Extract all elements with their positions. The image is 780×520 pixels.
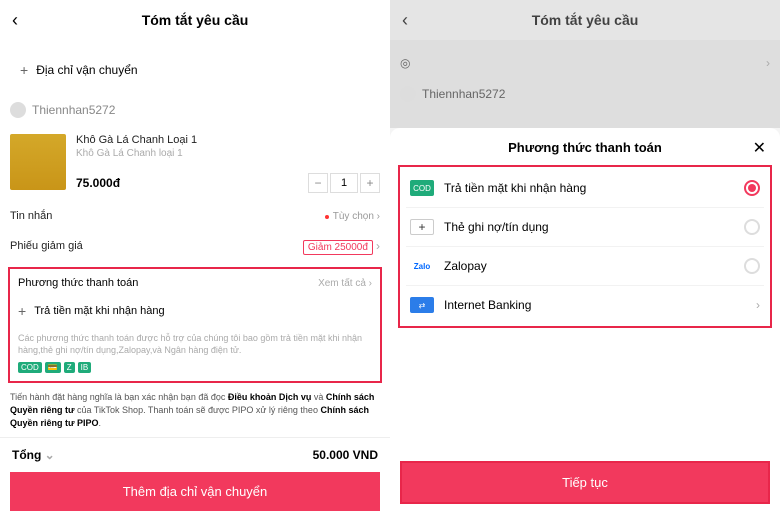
header: ‹ Tóm tắt yêu cầu (0, 0, 390, 40)
total-value: 50.000 VND (313, 448, 378, 462)
coupon-label: Phiếu giảm giá (10, 240, 83, 252)
payment-option-card[interactable]: + Thẻ ghi nợ/tín dụng (406, 208, 764, 247)
back-icon: ‹ (402, 10, 408, 31)
payment-disclaimer: Các phương thức thanh toán được hỗ trợ c… (18, 333, 372, 356)
message-label: Tin nhắn (10, 210, 52, 222)
zalo-badge: Z (64, 362, 75, 373)
coupon-row[interactable]: Phiếu giảm giá Giảm 25000đ › (0, 231, 390, 261)
quantity-value: 1 (330, 173, 358, 193)
right-screen: ‹ Tóm tắt yêu cầu ◎› Thiennhan5272 Phươn… (390, 0, 780, 520)
payment-badges: COD 💳 Z IB (18, 362, 372, 373)
payment-option-zalopay[interactable]: Zalo Zalopay (406, 247, 764, 286)
payment-add-label: Trả tiền mặt khi nhận hàng (34, 305, 164, 317)
payment-option-cod[interactable]: COD Trả tiền mặt khi nhận hàng (406, 169, 764, 208)
payment-option-ib[interactable]: ⇄ Internet Banking › (406, 286, 764, 324)
close-icon[interactable]: ✕ (753, 138, 766, 158)
dot-icon (325, 215, 329, 219)
minus-button[interactable]: − (308, 173, 328, 193)
ib-badge: IB (78, 362, 92, 373)
continue-button[interactable]: Tiếp tục (400, 461, 770, 504)
product-row: Khô Gà Lá Chanh Loại 1 Khô Gà Lá Chanh l… (0, 126, 390, 201)
payment-sheet: Phương thức thanh toán ✕ COD Trả tiền mặ… (390, 128, 780, 520)
seller-row[interactable]: Thiennhan5272 (0, 94, 390, 126)
pin-icon: ◎ (400, 56, 410, 70)
address-section[interactable]: + Địa chỉ vận chuyển (10, 46, 380, 94)
plus-icon: + (18, 303, 26, 319)
header-dim: ‹ Tóm tắt yêu cầu (390, 0, 780, 40)
product-name: Khô Gà Lá Chanh Loại 1 (76, 134, 380, 146)
product-variant: Khô Gà Lá Chanh loại 1 (76, 148, 380, 159)
add-address-button[interactable]: Thêm địa chỉ vận chuyển (10, 472, 380, 511)
payment-section: Phương thức thanh toán Xem tất cả › + Tr… (8, 267, 382, 383)
plus-icon: + (20, 62, 28, 78)
address-label: Địa chỉ vận chuyển (36, 63, 137, 77)
page-title: Tóm tắt yêu cầu (142, 12, 249, 28)
terms-text: Tiến hành đặt hàng nghĩa là bạn xác nhận… (0, 383, 390, 437)
cod-badge: COD (18, 362, 42, 373)
radio-unselected[interactable] (744, 258, 760, 274)
plus-icon: + (410, 219, 434, 235)
back-icon[interactable]: ‹ (12, 10, 18, 31)
message-option: Tùy chọn › (321, 211, 380, 222)
left-screen: ‹ Tóm tắt yêu cầu + Địa chỉ vận chuyển T… (0, 0, 390, 520)
zalopay-icon: Zalo (410, 258, 434, 274)
total-bar: Tổng ⌄ 50.000 VND (0, 437, 390, 472)
chevron-right-icon: › (756, 298, 760, 312)
radio-unselected[interactable] (744, 219, 760, 235)
coupon-value: Giảm 25000đ › (303, 239, 380, 253)
payment-add-row[interactable]: + Trả tiền mặt khi nhận hàng (18, 295, 372, 327)
quantity-stepper: − 1 + (308, 173, 380, 193)
total-label: Tổng ⌄ (12, 448, 55, 462)
card-badge: 💳 (45, 362, 61, 373)
payment-method-list: COD Trả tiền mặt khi nhận hàng + Thẻ ghi… (398, 165, 772, 328)
product-price: 75.000đ (76, 176, 120, 190)
avatar (10, 102, 26, 118)
view-all-link[interactable]: Xem tất cả › (318, 278, 372, 289)
radio-selected[interactable] (744, 180, 760, 196)
payment-title: Phương thức thanh toán (18, 277, 138, 289)
product-thumb[interactable] (10, 134, 66, 190)
bank-icon: ⇄ (410, 297, 434, 313)
chevron-down-icon[interactable]: ⌄ (45, 448, 55, 462)
dimmed-background: ‹ Tóm tắt yêu cầu ◎› Thiennhan5272 (390, 0, 780, 128)
sheet-title: Phương thức thanh toán (508, 140, 662, 155)
message-row[interactable]: Tin nhắn Tùy chọn › (0, 202, 390, 230)
avatar (400, 86, 416, 102)
plus-button[interactable]: + (360, 173, 380, 193)
username: Thiennhan5272 (32, 103, 115, 117)
cod-icon: COD (410, 180, 434, 196)
